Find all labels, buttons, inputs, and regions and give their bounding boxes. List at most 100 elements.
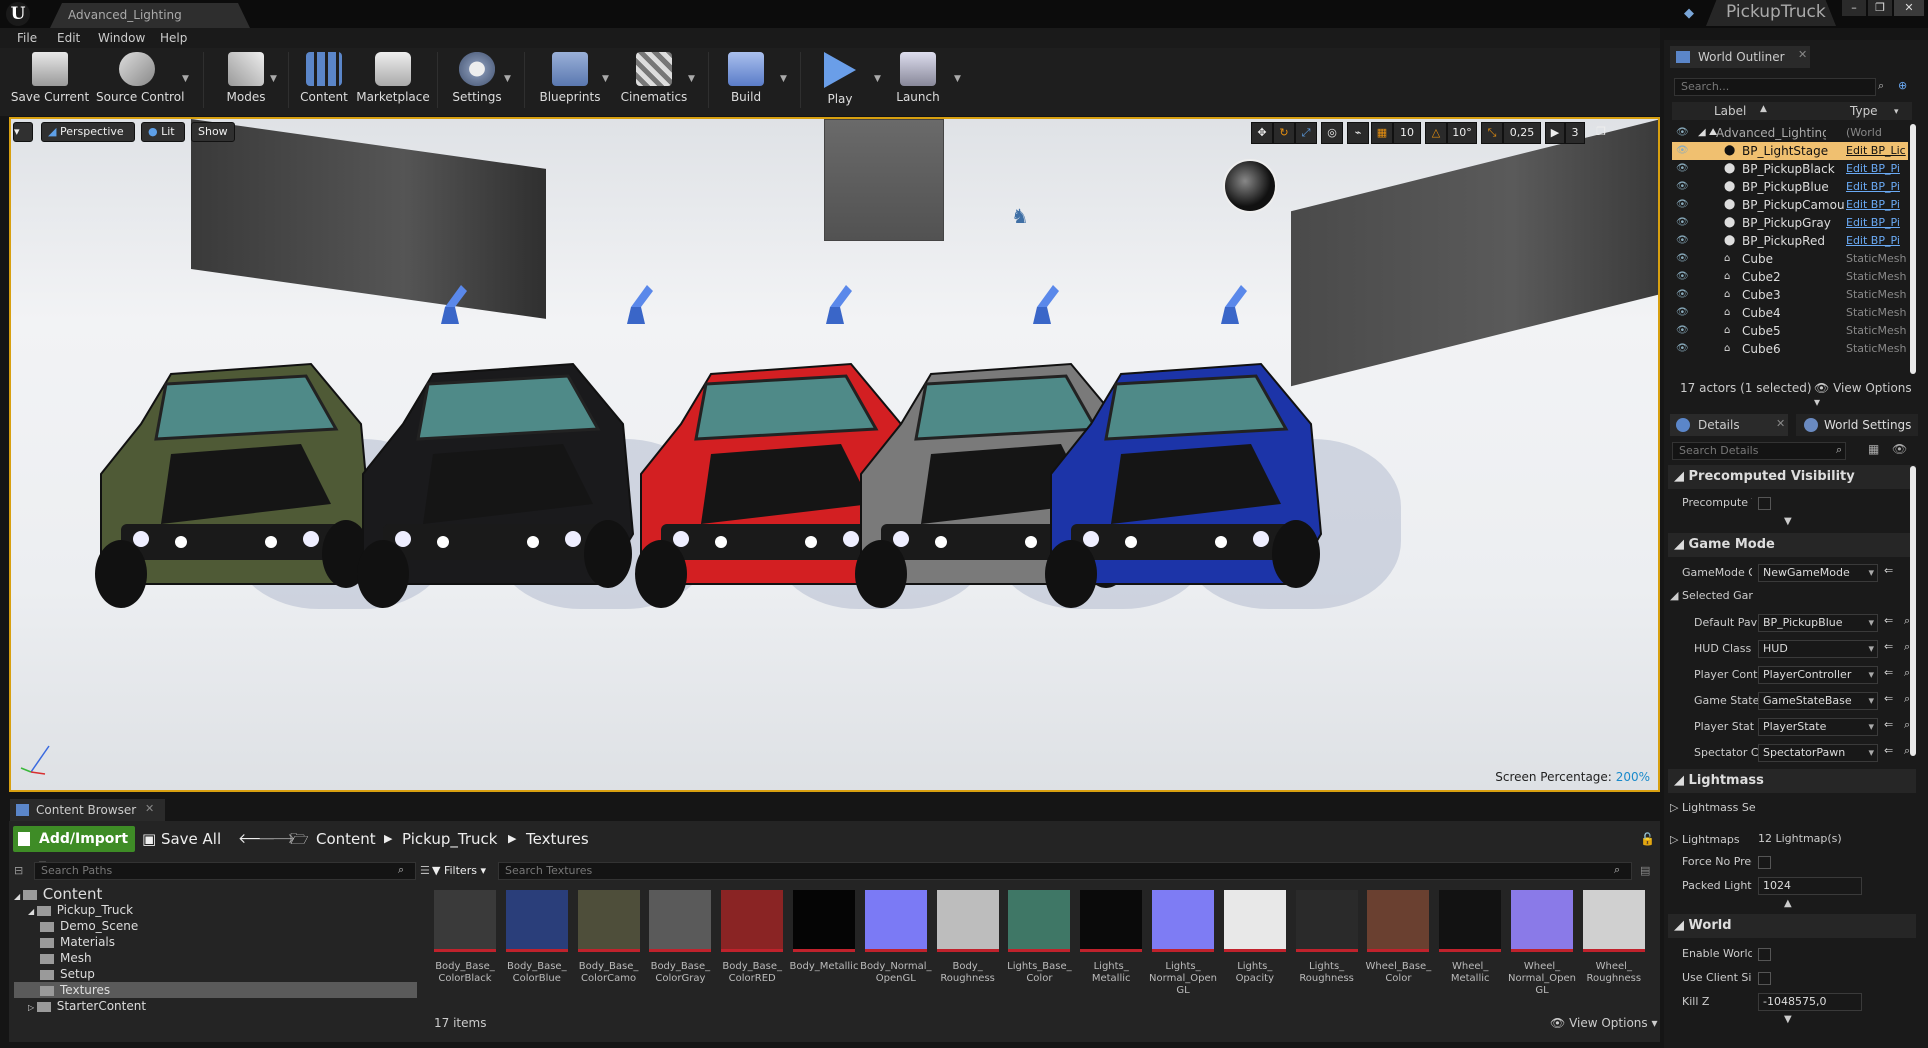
outliner-scrollbar[interactable] [1910,124,1916,374]
actor-billboard-icon[interactable]: ♞ [1011,204,1033,230]
outliner-row[interactable]: 👁 ⌂ Cube StaticMesh [1672,250,1908,268]
texture-thumbnail[interactable] [649,890,712,952]
use-selected-icon[interactable]: ⇐ [1884,640,1893,653]
tree-arrow-icon[interactable]: ▷ [28,1003,37,1012]
outliner-row[interactable]: 👁 ⬤ BP_PickupBlack Edit BP_Pi [1672,160,1908,178]
texture-thumbnail[interactable] [1511,890,1573,952]
lock-icon[interactable]: 🔓 [1640,826,1655,852]
eye-icon[interactable]: 👁 [1892,442,1907,456]
actor-type[interactable]: Edit BP_Pi [1846,178,1910,196]
outliner-row[interactable]: 👁 ⌂ Cube2 StaticMesh [1672,268,1908,286]
visibility-eye-icon[interactable]: 👁 [1676,322,1690,340]
rotation-snap-value[interactable]: 10° [1447,122,1477,144]
level-viewport[interactable]: ♞ ▾ ◢ Perspective ● Lit Show ✥ ↻ ⤢ ◎ ⌁ ▦… [9,117,1660,792]
source-control-dropdown-icon[interactable]: ▼ [182,74,189,84]
use-selected-icon[interactable]: ⇐ [1884,666,1893,679]
pickup-truck-blue[interactable] [1011,334,1323,644]
enable-world-checkbox[interactable] [1758,948,1771,961]
texture-thumbnail[interactable] [1152,890,1214,952]
folder-tree-item[interactable]: Textures [14,982,417,998]
texture-thumbnail[interactable] [1367,890,1430,952]
use-selected-icon[interactable]: ⇐ [1884,614,1893,627]
breadcrumb-pickup-truck[interactable]: Pickup_Truck [402,826,497,852]
world-category[interactable]: ◢ World [1668,914,1916,938]
spot-light-icon[interactable] [1211,279,1251,329]
texture-thumbnail[interactable] [1080,890,1143,952]
label-column-header[interactable]: Label [1714,102,1746,120]
pickup-truck-black[interactable] [323,334,635,644]
blueprints-dropdown-icon[interactable]: ▼ [602,74,609,84]
collapse-advanced-icon[interactable]: ▲ [1784,898,1792,909]
outliner-row[interactable]: 👁 ⌂ Cube4 StaticMesh [1672,304,1908,322]
search-textures-input[interactable]: Search Textures [498,862,1632,880]
folder-tree-item[interactable]: ▷ StarterContent [14,998,417,1014]
details-scrollbar[interactable] [1910,466,1916,756]
camera-speed-value[interactable]: 3 [1565,122,1585,144]
cinematics-button[interactable]: Cinematics [614,50,694,112]
menu-file[interactable]: File [17,28,37,48]
modes-dropdown-icon[interactable]: ▼ [270,74,277,84]
scale-tool-icon[interactable]: ⤢ [1295,122,1317,144]
outliner-row[interactable]: 👁 ⬤ BP_PickupCamou Edit BP_Pi [1672,196,1908,214]
folder-tree-item[interactable]: Mesh [14,950,417,966]
maximize-icon[interactable]: ❐ [1868,0,1892,16]
hud-class-select[interactable]: HUD [1758,640,1878,658]
texture-thumbnail[interactable] [505,890,568,952]
texture-thumbnail[interactable] [793,890,855,952]
breadcrumb-arrow-icon[interactable]: ▶ [508,826,516,852]
lit-button[interactable]: ● Lit [141,122,185,142]
search-paths-input[interactable]: Search Paths [34,862,416,880]
column-menu-icon[interactable]: ▾ [1894,103,1899,121]
menu-window[interactable]: Window [98,28,145,48]
pickup-truck-camo[interactable] [61,334,373,644]
save-current-button[interactable]: Save Current [10,50,90,112]
selected-gamemode-group[interactable]: ◢ Selected Gar [1670,588,1810,604]
spot-light-icon[interactable] [431,279,471,329]
launch-dropdown-icon[interactable]: ▼ [954,74,961,84]
texture-thumbnail[interactable] [1008,890,1071,952]
expand-advanced-icon[interactable]: ▼ [1784,516,1792,527]
player-state-select[interactable]: PlayerState [1758,718,1878,736]
use-selected-icon[interactable]: ⇐ [1884,744,1893,757]
visibility-eye-icon[interactable]: 👁 [1676,250,1690,268]
packed-light-input[interactable]: 1024 [1758,877,1862,895]
use-selected-icon[interactable]: ⇐ [1884,718,1893,731]
world-outliner-tab[interactable]: World Outliner [1670,46,1810,68]
texture-thumbnail[interactable] [1223,890,1286,952]
use-selected-icon[interactable]: ⇐ [1884,692,1893,705]
actor-type[interactable]: Edit BP_Pi [1846,160,1910,178]
folder-tree-item[interactable]: Demo_Scene [14,918,417,934]
visibility-eye-icon[interactable]: 👁 [1676,160,1690,178]
cinematics-dropdown-icon[interactable]: ▼ [688,74,695,84]
kill-z-input[interactable]: -1048575,0 [1758,993,1862,1011]
rotate-tool-icon[interactable]: ↻ [1273,122,1295,144]
show-button[interactable]: Show [191,122,235,142]
outliner-row[interactable]: 👁 ⬤ BP_PickupBlue Edit BP_Pi [1672,178,1908,196]
outliner-row[interactable]: 👁 ⌂ Cube3 StaticMesh [1672,286,1908,304]
translate-tool-icon[interactable]: ✥ [1251,122,1273,144]
blueprints-button[interactable]: Blueprints [530,50,610,112]
details-search-input[interactable]: Search Details [1672,442,1846,460]
scale-snap-icon[interactable]: ⤡ [1481,122,1503,144]
launch-button[interactable]: Launch [878,50,958,112]
close-tab-icon[interactable]: ✕ [1776,417,1785,430]
scale-snap-value[interactable]: 0,25 [1503,122,1541,144]
spectator-select[interactable]: SpectatorPawn [1758,744,1878,762]
actor-type[interactable]: Edit BP_Pi [1846,196,1910,214]
game-state-select[interactable]: GameStateBase [1758,692,1878,710]
tree-arrow-icon[interactable]: ◢ [28,907,37,916]
build-button[interactable]: Build [706,50,786,112]
visibility-eye-icon[interactable]: 👁 [1676,268,1690,286]
actor-type[interactable]: Edit BP_Pi [1846,232,1910,250]
player-controller-select[interactable]: PlayerController [1758,666,1878,684]
breadcrumb-arrow-icon[interactable]: ▶ [384,826,392,852]
visibility-eye-icon[interactable]: 👁 [1676,124,1690,142]
sources-toggle-icon[interactable]: ⊟ [14,864,30,878]
outliner-row[interactable]: 👁 ⬤ BP_LightStage Edit BP_Lic [1672,142,1908,160]
world-local-icon[interactable]: ◎ [1321,122,1343,144]
lightmass-settings-group[interactable]: ▷ Lightmass Se [1670,800,1810,816]
camera-speed-icon[interactable]: ▶ [1545,122,1565,144]
folder-tree-item[interactable]: ◢ Pickup_Truck [14,902,417,918]
outliner-row[interactable]: 👁 ⬤ BP_PickupRed Edit BP_Pi [1672,232,1908,250]
breadcrumb-content[interactable]: Content [316,826,376,852]
